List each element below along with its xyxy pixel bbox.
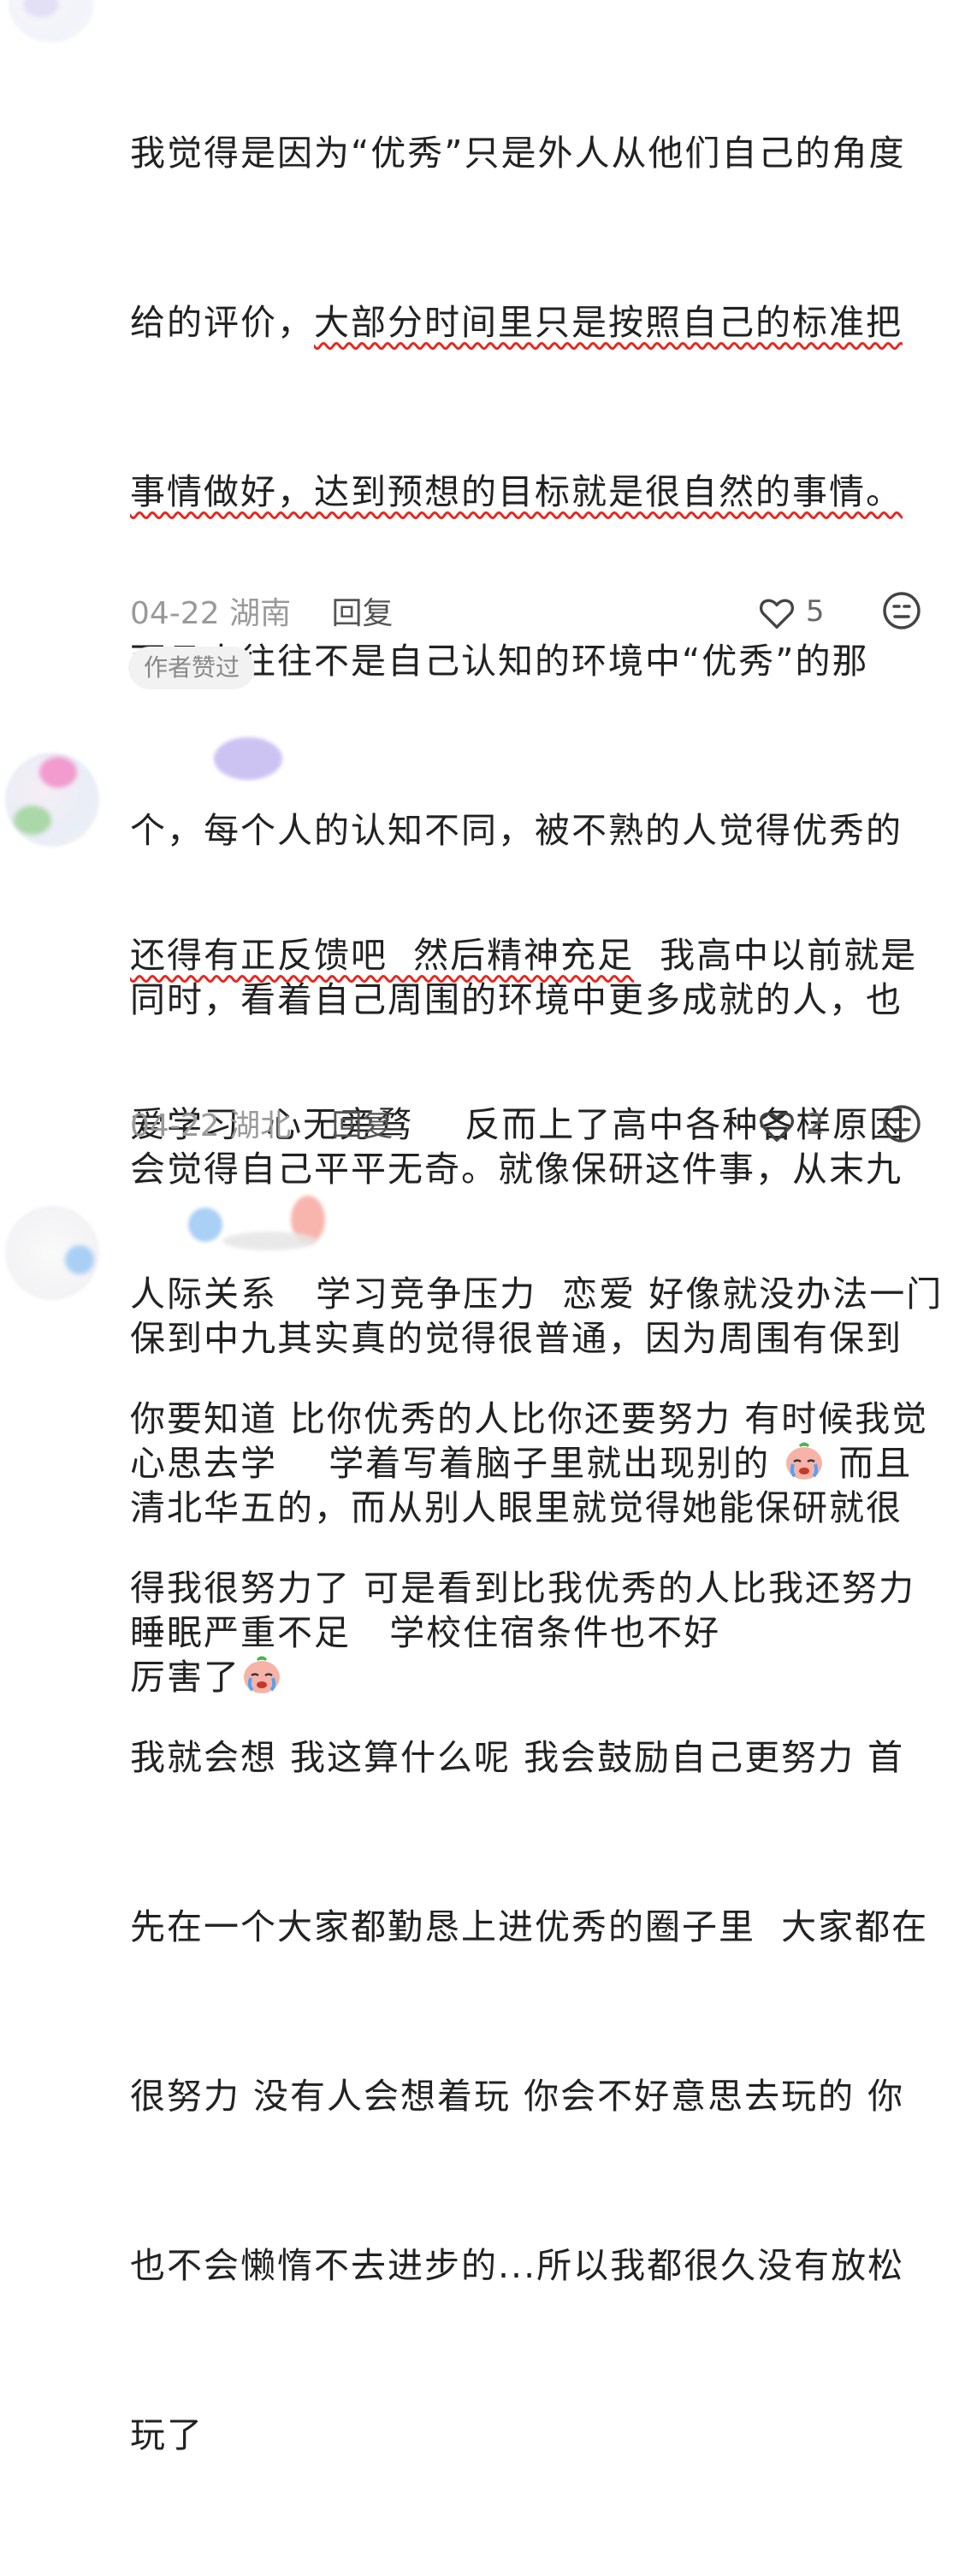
comment-meta: 04-22 湖南 回复 — [130, 593, 394, 635]
comment-line: 给的评价，大部分时间里只是按照自己的标准把 — [130, 294, 934, 351]
comment-line: 很努力 没有人会想着玩 你会不好意思去玩的 你 — [130, 2076, 905, 2117]
heart-outline-icon — [760, 599, 794, 629]
reply-button[interactable]: 回复 — [332, 1108, 394, 1143]
avatar[interactable] — [5, 1206, 99, 1300]
comment-line: 我觉得是因为“优秀”只是外人从他们自己的角度 — [130, 133, 906, 174]
comment-line: 先在一个大家都勤恳上进优秀的圈子里 大家都在 — [130, 1906, 929, 1947]
underlined-text: 事情做好，达到预想的目标就是很自然的事情。 — [130, 471, 903, 512]
comment-line: 也不会懒惰不去进步的...所以我都很久没有放松 — [130, 2245, 905, 2286]
date-text: 04-22 — [130, 596, 220, 631]
underlined-text: 还得有正反馈吧 然后精神充足 — [130, 935, 635, 976]
comment-line: 我就会想 我这算什么呢 我会鼓励自己更努力 首 — [130, 1737, 905, 1778]
comment-date: 04-22 湖北 — [130, 1108, 291, 1143]
author-liked-badge: 作者赞过 — [128, 647, 256, 689]
like-count: 2 — [805, 1108, 825, 1142]
username-blur — [188, 1208, 222, 1242]
face-neutral-icon[interactable] — [881, 590, 922, 631]
location-text: 湖北 — [229, 1108, 292, 1143]
comment-line: 你要知道 比你优秀的人比你还要努力 有时候我觉 — [130, 1398, 929, 1439]
comment-line: 玩了 — [130, 2414, 204, 2455]
comment-meta: 04-22 湖北 回复 — [130, 1105, 394, 1148]
avatar[interactable] — [9, 0, 94, 43]
username-blur — [222, 1232, 317, 1250]
comment-date: 04-22 湖南 — [130, 596, 291, 631]
reply-button[interactable]: 回复 — [332, 596, 394, 631]
heart-outline-icon — [760, 1112, 794, 1142]
date-text: 04-22 — [130, 1108, 220, 1143]
username-blur — [214, 737, 282, 780]
underlined-text: 大部分时间里只是按照自己的标准把 — [314, 302, 903, 343]
comment-text: 你要知道 比你优秀的人比你还要努力 有时候我觉 得我很努力了 可是看到比我优秀的… — [130, 1278, 934, 2576]
comment-line-part: 给的评价， — [130, 302, 314, 343]
comment-line-part: 我高中以前就是 — [634, 935, 918, 976]
like-count: 5 — [805, 594, 825, 629]
comment-line: 得我很努力了 可是看到比我优秀的人比我还努力 — [130, 1568, 916, 1609]
avatar[interactable] — [5, 753, 99, 847]
location-text: 湖南 — [229, 596, 292, 631]
comment-line: 还得有正反馈吧 然后精神充足 我高中以前就是 — [130, 927, 934, 984]
like-button[interactable]: 2 — [757, 1103, 824, 1146]
face-neutral-icon[interactable] — [881, 1103, 922, 1144]
like-button[interactable]: 5 — [757, 590, 824, 633]
